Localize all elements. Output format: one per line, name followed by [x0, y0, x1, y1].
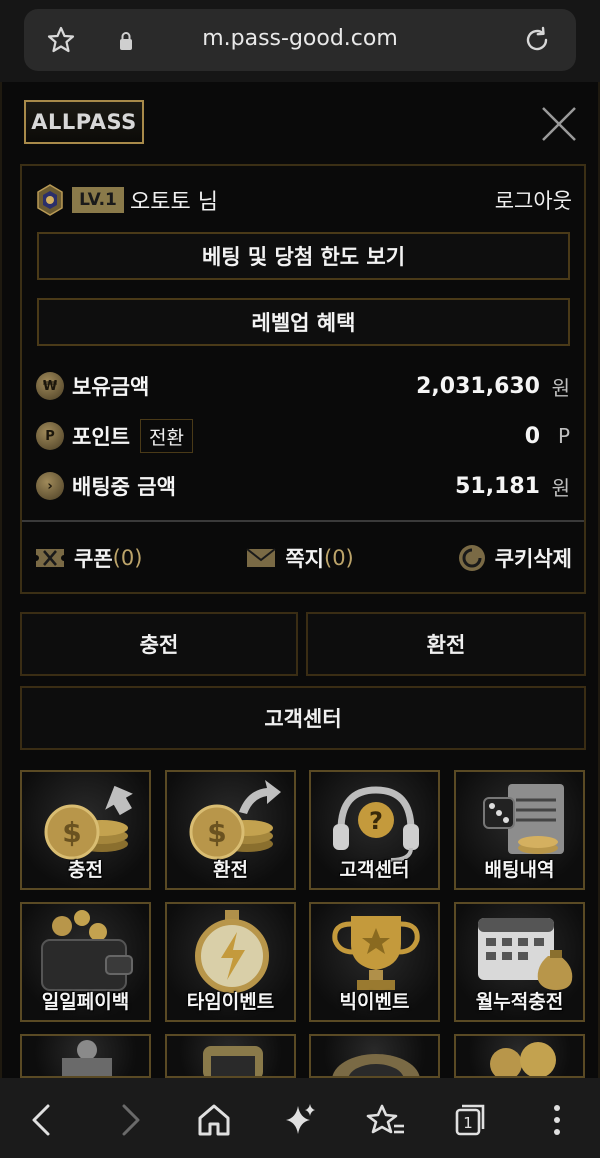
betting-amount-label: 배팅중 금액 — [72, 475, 176, 499]
tile-label: 고객센터 — [339, 859, 410, 881]
balance-unit: 원 — [551, 375, 570, 400]
home-icon[interactable] — [194, 1100, 234, 1140]
points-row: P 포인트 전환 0 P — [36, 418, 570, 454]
betting-amount-unit: 원 — [551, 475, 570, 500]
tile-support[interactable]: ? 고객센터 — [309, 770, 440, 890]
roulette-icon — [332, 1054, 420, 1076]
tile-big-event[interactable]: 빅이벤트 — [309, 902, 440, 1022]
tile-partial[interactable] — [165, 1034, 296, 1078]
reload-icon[interactable] — [522, 25, 552, 55]
betting-limits-button[interactable]: 베팅 및 당첨 한도 보기 — [37, 232, 570, 280]
address-bar[interactable]: m.pass-good.com — [24, 9, 576, 71]
deposit-button[interactable]: 충전 — [20, 612, 298, 676]
points-label: 포인트 — [72, 425, 130, 449]
tile-label: 타임이벤트 — [186, 991, 275, 1013]
coupon-count: (0) — [112, 546, 143, 570]
tile-daily-payback[interactable]: 일일페이백 — [20, 902, 151, 1022]
browser-bottom-nav: 1 — [0, 1078, 600, 1158]
tile-label: 빅이벤트 — [339, 991, 410, 1013]
tile-label: 월누적충전 — [475, 991, 564, 1013]
divider — [22, 520, 584, 522]
coupon-icon — [36, 549, 64, 567]
more-menu-icon[interactable] — [537, 1100, 577, 1140]
tile-label: 환전 — [213, 859, 248, 881]
level-emblem-icon — [37, 184, 63, 216]
tile-monthly-deposit[interactable]: 월누적충전 — [454, 902, 585, 1022]
level-badge: LV.1 — [72, 187, 124, 213]
close-icon[interactable] — [539, 104, 579, 144]
slot-machine-icon — [203, 1046, 263, 1076]
points-convert-button[interactable]: 전환 — [139, 419, 193, 453]
back-icon[interactable] — [22, 1100, 62, 1140]
quick-links-row: 쿠폰 (0) 쪽지 (0) 쿠키삭제 — [34, 538, 572, 578]
coupon-label: 쿠폰 — [74, 547, 113, 571]
tile-withdraw[interactable]: $ 환전 — [165, 770, 296, 890]
browser-top-bar: m.pass-good.com — [0, 0, 600, 82]
tile-partial[interactable] — [309, 1034, 440, 1078]
points-unit: P — [557, 424, 570, 448]
forward-icon[interactable] — [110, 1100, 150, 1140]
point-coin-icon: P — [36, 422, 64, 450]
tile-label: 배팅내역 — [484, 859, 555, 881]
envelope-icon — [246, 548, 276, 567]
svg-text:$: $ — [62, 816, 81, 849]
tile-partial[interactable] — [454, 1034, 585, 1078]
message-count: (0) — [324, 546, 354, 570]
svg-text:$: $ — [207, 816, 226, 849]
message-label: 쪽지 — [285, 547, 324, 571]
tab-count: 1 — [463, 1114, 473, 1132]
balance-label: 보유금액 — [72, 375, 150, 399]
user-row: LV.1 오토토 님 로그아웃 — [36, 182, 572, 218]
side-menu-panel: ALLPASS LV.1 오토토 님 로그아웃 베팅 및 당첨 한도 보기 레벨… — [0, 82, 600, 1078]
tile-label: 일일페이백 — [41, 991, 130, 1013]
logo-text: ALLPASS — [31, 110, 137, 134]
tile-time-event[interactable]: 타임이벤트 — [165, 902, 296, 1022]
betting-coin-icon: › — [36, 472, 64, 500]
betting-amount-row: › 배팅중 금액 51,181 원 — [36, 468, 570, 504]
dealer-icon — [62, 1040, 112, 1076]
cookie-icon — [458, 545, 485, 571]
tabs-icon[interactable]: 1 — [450, 1100, 490, 1140]
balance-value: 2,031,630 — [416, 373, 540, 399]
allpass-logo[interactable]: ALLPASS — [24, 100, 144, 144]
bookmarks-icon[interactable] — [366, 1100, 406, 1140]
message-link[interactable]: 쪽지 (0) — [245, 543, 354, 573]
points-value: 0 — [524, 423, 540, 449]
tile-deposit[interactable]: $ 충전 — [20, 770, 151, 890]
coupon-link[interactable]: 쿠폰 (0) — [34, 543, 142, 573]
svg-text:?: ? — [369, 807, 383, 835]
cookie-delete-link[interactable]: 쿠키삭제 — [457, 543, 572, 573]
betting-amount-value: 51,181 — [455, 473, 540, 499]
coins-icon — [490, 1042, 556, 1076]
support-button[interactable]: 고객센터 — [20, 686, 586, 750]
cookie-delete-label: 쿠키삭제 — [494, 547, 572, 571]
tile-bet-history[interactable]: 배팅내역 — [454, 770, 585, 890]
withdraw-button[interactable]: 환전 — [306, 612, 586, 676]
won-coin-icon: ₩ — [36, 372, 64, 400]
levelup-benefits-button[interactable]: 레벨업 혜택 — [37, 298, 570, 346]
user-info-box: LV.1 오토토 님 로그아웃 베팅 및 당첨 한도 보기 레벨업 혜택 ₩ 보… — [20, 164, 586, 594]
user-name: 오토토 님 — [130, 190, 218, 215]
tile-partial[interactable] — [20, 1034, 151, 1078]
sparkle-icon[interactable] — [280, 1100, 320, 1140]
logout-link[interactable]: 로그아웃 — [495, 185, 572, 215]
balance-row: ₩ 보유금액 2,031,630 원 — [36, 368, 570, 404]
tile-label: 충전 — [68, 859, 103, 881]
url-text[interactable]: m.pass-good.com — [24, 26, 576, 51]
